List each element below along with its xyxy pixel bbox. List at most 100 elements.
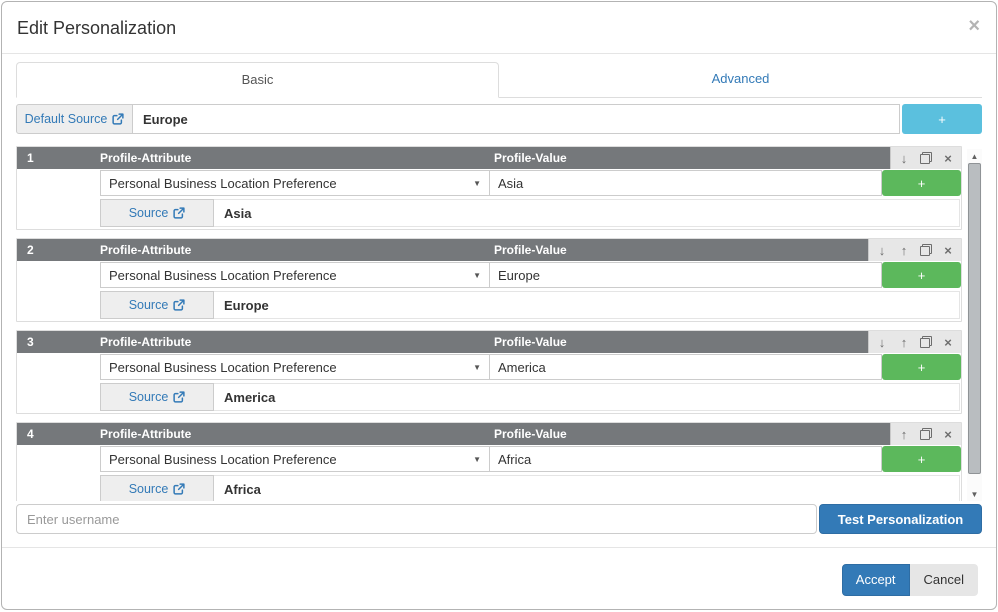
personalization-row: 4 Profile-Attribute Profile-Value ↑ × Pe…	[16, 422, 962, 501]
profile-attribute-select[interactable]: Personal Business Location Preference ▼	[100, 446, 490, 472]
row-source: Source America	[17, 383, 961, 411]
test-personalization-row: Test Personalization	[16, 504, 982, 534]
profile-value-header: Profile-Value	[494, 243, 868, 257]
dialog-footer: AcceptCancel	[2, 547, 996, 610]
row-toolbar: ↓ ↑ ×	[868, 331, 961, 353]
profile-attribute-select[interactable]: Personal Business Location Preference ▼	[100, 170, 490, 196]
add-row-button[interactable]: +	[882, 170, 961, 196]
row-toolbar: ↓ ↑ ×	[868, 239, 961, 261]
add-default-button[interactable]: +	[902, 104, 982, 134]
tab-basic[interactable]: Basic	[16, 62, 499, 98]
move-up-icon[interactable]: ↑	[893, 240, 915, 260]
selected-attribute: Personal Business Location Preference	[109, 176, 473, 191]
row-spacer	[17, 475, 100, 501]
default-source-value[interactable]: Europe	[133, 104, 900, 134]
close-icon[interactable]: ×	[968, 16, 980, 36]
move-down-icon[interactable]: ↓	[871, 240, 893, 260]
tab-advanced[interactable]: Advanced	[499, 62, 982, 97]
source-button[interactable]: Source	[100, 291, 214, 319]
profile-attribute-select[interactable]: Personal Business Location Preference ▼	[100, 262, 490, 288]
copy-icon[interactable]	[915, 240, 937, 260]
move-up-icon[interactable]: ↑	[893, 332, 915, 352]
row-controls: Personal Business Location Preference ▼ …	[17, 354, 961, 380]
source-value: Asia	[214, 199, 960, 227]
row-spacer	[17, 383, 100, 411]
add-row-button[interactable]: +	[882, 446, 961, 472]
move-up-icon[interactable]: ↑	[893, 424, 915, 444]
chevron-down-icon: ▼	[473, 179, 481, 188]
source-value: Africa	[214, 475, 960, 501]
row-spacer	[17, 446, 100, 472]
source-value: America	[214, 383, 960, 411]
source-button-label: Source	[129, 206, 169, 220]
profile-value-input[interactable]	[490, 170, 882, 196]
profile-value-header: Profile-Value	[494, 427, 890, 441]
row-controls: Personal Business Location Preference ▼ …	[17, 262, 961, 288]
copy-icon[interactable]	[915, 332, 937, 352]
add-row-button[interactable]: +	[882, 354, 961, 380]
row-source: Source Europe	[17, 291, 961, 319]
profile-value-header: Profile-Value	[494, 151, 890, 165]
source-button-label: Source	[129, 482, 169, 496]
row-toolbar: ↓ ×	[890, 147, 961, 169]
cancel-button[interactable]: Cancel	[910, 564, 978, 596]
selected-attribute: Personal Business Location Preference	[109, 452, 473, 467]
profile-value-header: Profile-Value	[494, 335, 868, 349]
move-down-icon[interactable]: ↓	[893, 148, 915, 168]
delete-icon[interactable]: ×	[937, 424, 959, 444]
profile-value-input[interactable]	[490, 446, 882, 472]
default-source-row: Default Source Europe +	[16, 104, 982, 134]
source-button-label: Source	[129, 298, 169, 312]
external-link-icon	[173, 207, 185, 219]
scrollbar-track[interactable]	[968, 163, 981, 487]
rows-area: 1 Profile-Attribute Profile-Value ↓ × Pe…	[16, 146, 982, 501]
external-link-icon	[112, 113, 124, 125]
row-number: 1	[17, 151, 100, 165]
row-header: 4 Profile-Attribute Profile-Value ↑ ×	[17, 423, 961, 445]
default-source-button[interactable]: Default Source	[16, 104, 133, 134]
row-spacer	[17, 291, 100, 319]
source-button[interactable]: Source	[100, 199, 214, 227]
source-value: Europe	[214, 291, 960, 319]
scrollbar-thumb[interactable]	[968, 163, 981, 474]
personalization-rows: 1 Profile-Attribute Profile-Value ↓ × Pe…	[16, 146, 962, 501]
move-down-icon[interactable]: ↓	[871, 332, 893, 352]
chevron-down-icon: ▼	[473, 455, 481, 464]
delete-icon[interactable]: ×	[937, 240, 959, 260]
copy-icon[interactable]	[915, 424, 937, 444]
profile-attribute-header: Profile-Attribute	[100, 427, 494, 441]
scrollbar[interactable]: ▲ ▼	[967, 149, 982, 501]
row-controls: Personal Business Location Preference ▼ …	[17, 170, 961, 196]
personalization-row: 2 Profile-Attribute Profile-Value ↓ ↑ × …	[16, 238, 962, 322]
personalization-row: 1 Profile-Attribute Profile-Value ↓ × Pe…	[16, 146, 962, 230]
row-number: 2	[17, 243, 100, 257]
tab-bar: Basic Advanced	[16, 62, 982, 98]
dialog-header: Edit Personalization ×	[2, 2, 996, 54]
copy-icon[interactable]	[915, 148, 937, 168]
row-source: Source Asia	[17, 199, 961, 227]
scroll-up-icon[interactable]: ▲	[967, 149, 982, 163]
scroll-down-icon[interactable]: ▼	[967, 487, 982, 501]
profile-value-input[interactable]	[490, 262, 882, 288]
delete-icon[interactable]: ×	[937, 148, 959, 168]
profile-attribute-header: Profile-Attribute	[100, 243, 494, 257]
dialog-body: Basic Advanced Default Source Europe + 1…	[2, 54, 996, 534]
delete-icon[interactable]: ×	[937, 332, 959, 352]
external-link-icon	[173, 299, 185, 311]
accept-button[interactable]: Accept	[842, 564, 910, 596]
row-spacer	[17, 262, 100, 288]
row-spacer	[17, 199, 100, 227]
row-header: 3 Profile-Attribute Profile-Value ↓ ↑ ×	[17, 331, 961, 353]
source-button[interactable]: Source	[100, 475, 214, 501]
personalization-row: 3 Profile-Attribute Profile-Value ↓ ↑ × …	[16, 330, 962, 414]
row-header: 1 Profile-Attribute Profile-Value ↓ ×	[17, 147, 961, 169]
add-row-button[interactable]: +	[882, 262, 961, 288]
source-button[interactable]: Source	[100, 383, 214, 411]
profile-value-input[interactable]	[490, 354, 882, 380]
chevron-down-icon: ▼	[473, 271, 481, 280]
profile-attribute-select[interactable]: Personal Business Location Preference ▼	[100, 354, 490, 380]
test-personalization-button[interactable]: Test Personalization	[819, 504, 982, 534]
username-input[interactable]	[16, 504, 817, 534]
row-toolbar: ↑ ×	[890, 423, 961, 445]
profile-attribute-header: Profile-Attribute	[100, 151, 494, 165]
